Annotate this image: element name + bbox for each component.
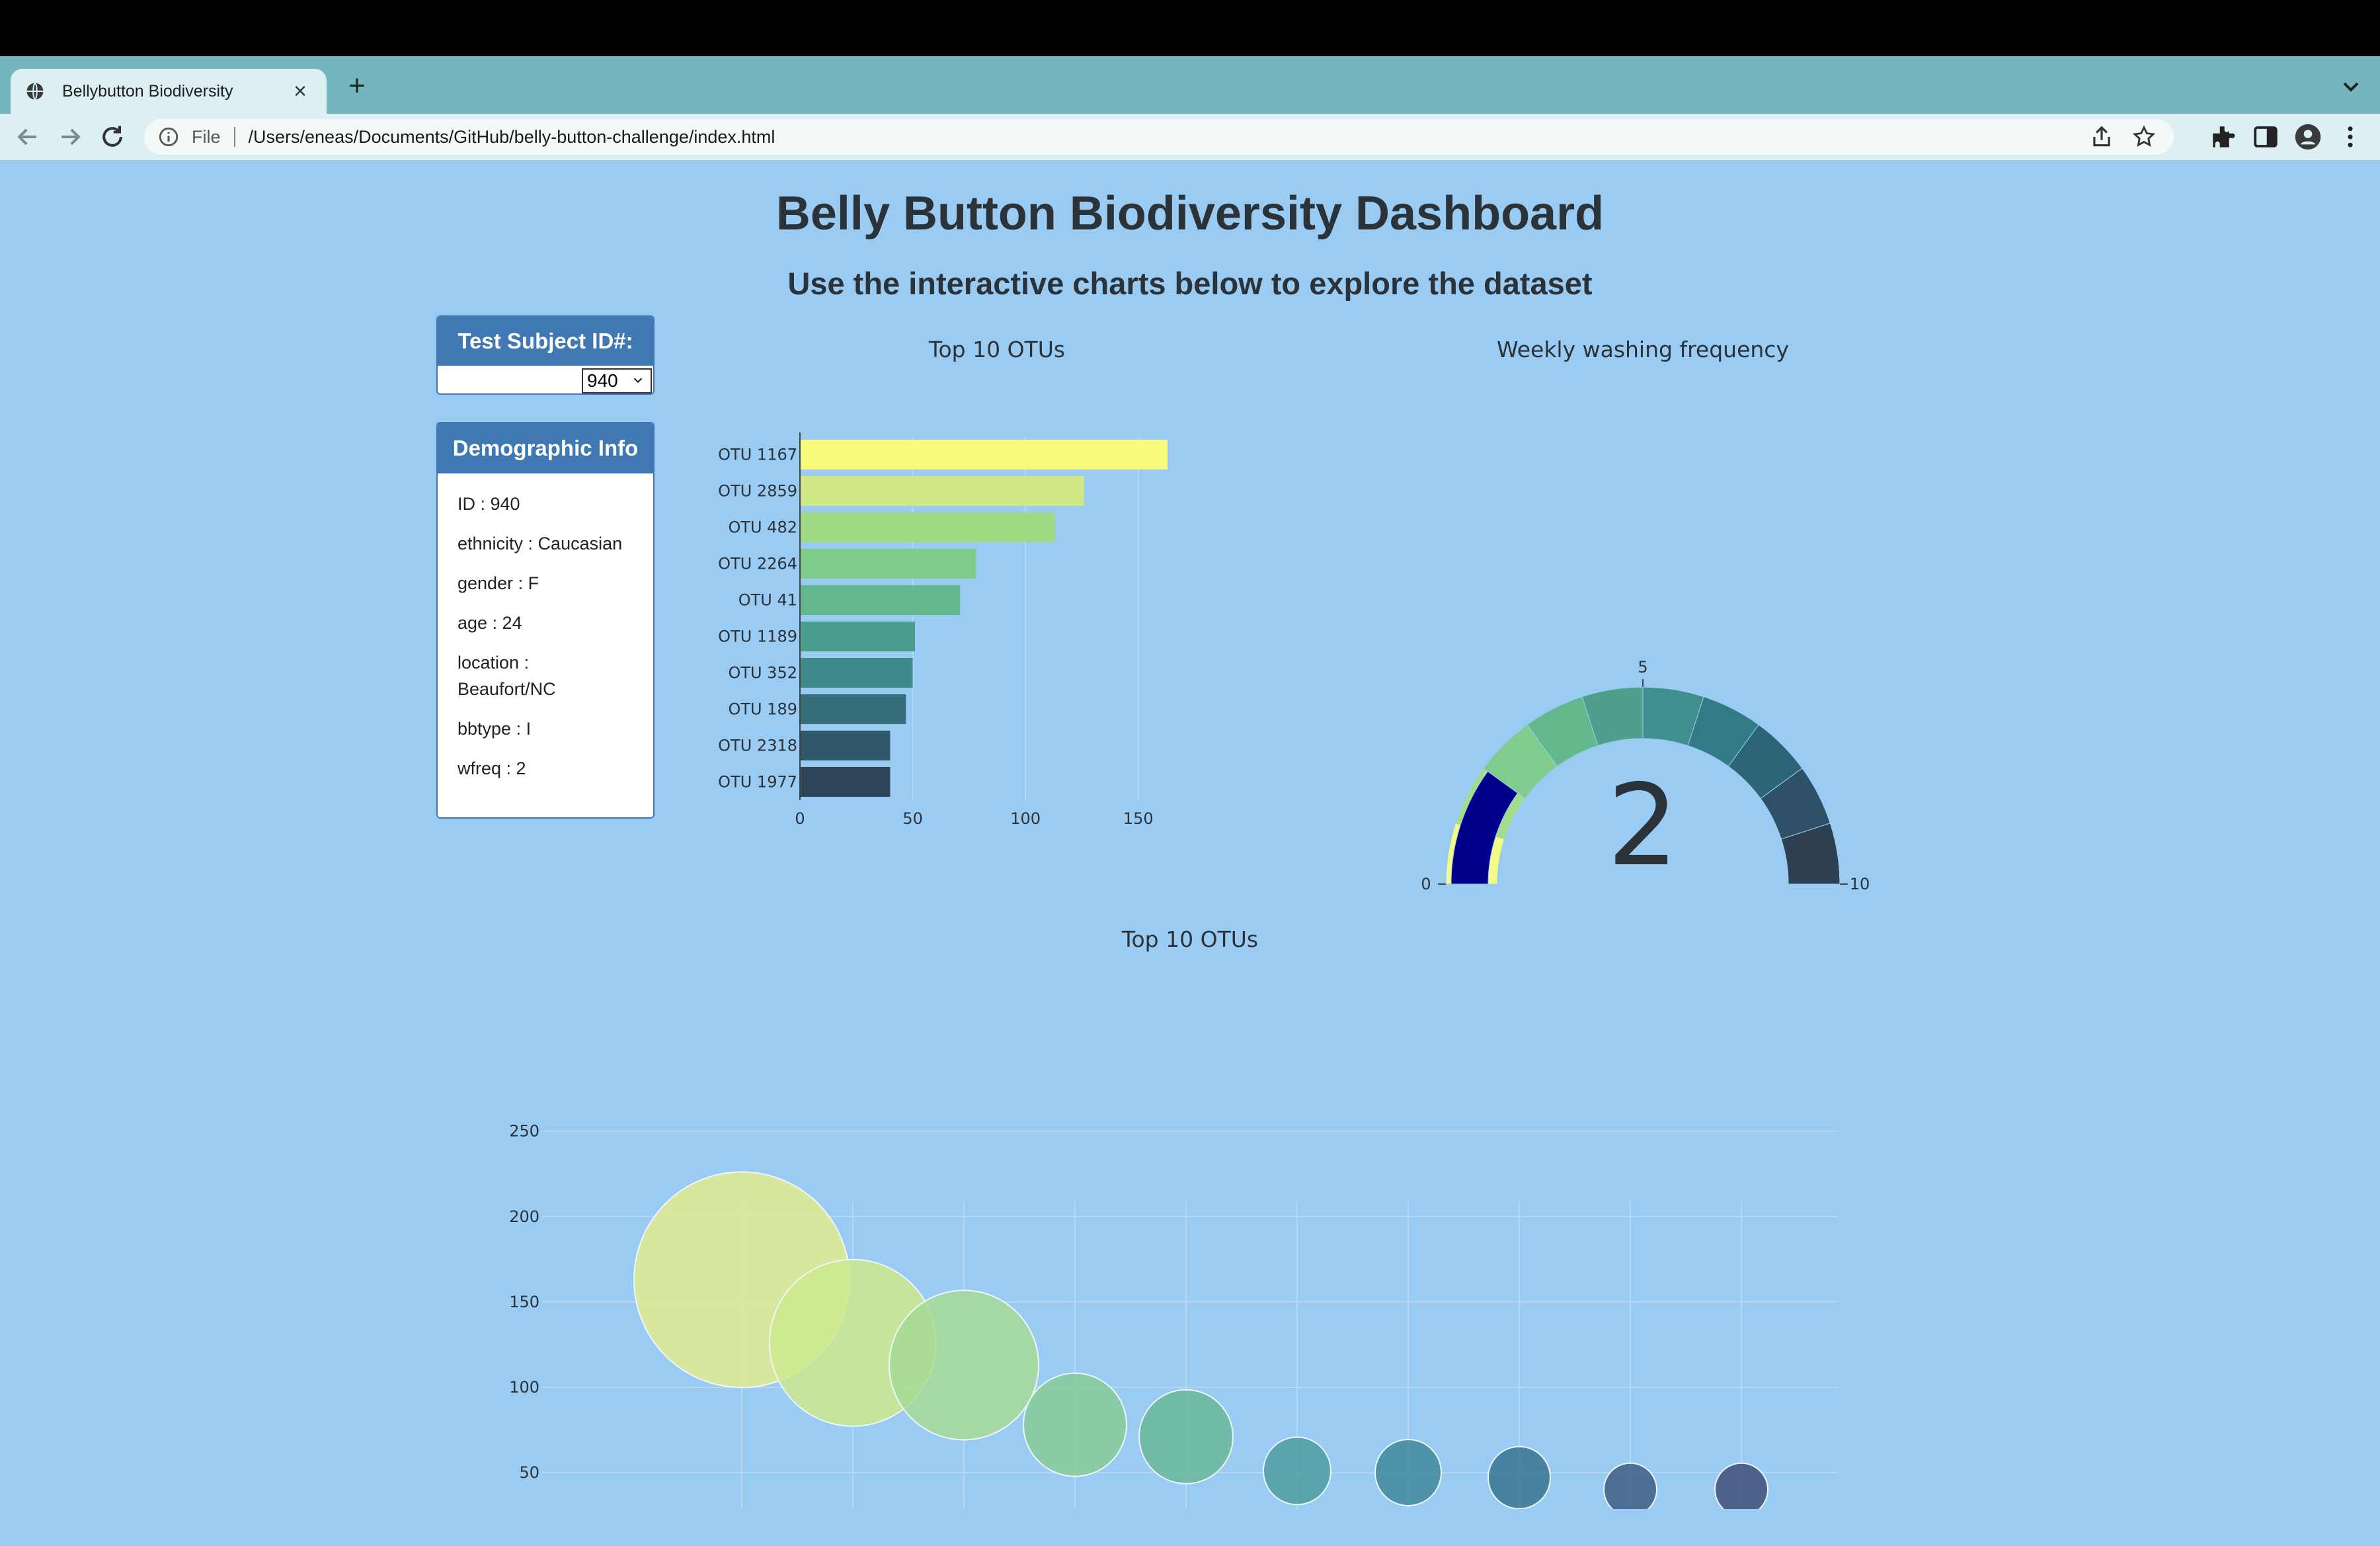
demographic-row: wfreq : 2 [457,758,526,778]
bar-x-tick-label: 150 [1123,809,1154,828]
demographic-heading: Demographic Info [438,423,653,473]
share-icon[interactable] [2089,124,2114,149]
bar-x-tick-label: 100 [1010,809,1041,828]
bar-y-tick-label: OTU 2264 [718,555,797,573]
bar [800,730,891,761]
bar-y-tick-label: OTU 2318 [718,737,797,755]
bar-y-tick-label: OTU 482 [728,518,797,537]
bar [800,657,913,688]
bar-y-tick-label: OTU 1167 [718,446,797,464]
bar-x-tick-label: 0 [795,809,805,828]
bar-y-tick-label: OTU 352 [728,664,797,682]
bubble [1488,1445,1551,1509]
gauge-tick-label: 5 [1638,658,1647,676]
test-subject-panel: Test Subject ID#: 940 [436,315,654,395]
bar [800,439,1168,470]
demographic-row: location : Beaufort/NC [457,653,556,699]
url-text[interactable]: /Users/eneas/Documents/GitHub/belly-butt… [249,127,2089,147]
demographic-row: bbtype : I [457,719,532,739]
washing-frequency-gauge: Weekly washing frequency 0 5 10 2 [1421,337,1870,893]
more-menu-icon[interactable] [2336,123,2364,151]
screen-top-bar [0,0,2380,56]
chevron-down-icon [633,378,643,384]
browser-tab[interactable]: Bellybutton Biodiversity × [11,69,327,114]
gauge-tick-label: 0 [1421,875,1431,893]
gauge-value: 2 [1607,760,1679,891]
bubble-y-tick-label: 250 [509,1122,539,1141]
address-bar[interactable]: File /Users/eneas/Documents/GitHub/belly… [144,119,2174,155]
reload-icon[interactable] [98,122,127,151]
bar-chart-title: Top 10 OTUs [928,337,1065,362]
side-panel-icon[interactable] [2252,123,2280,151]
address-divider [233,127,235,147]
gauge-tick-label: 10 [1850,875,1870,893]
browser-toolbar: File /Users/eneas/Documents/GitHub/belly… [0,114,2380,160]
page-title: Belly Button Biodiversity Dashboard [775,187,1605,240]
extensions-icon[interactable] [2209,123,2237,151]
bar [800,621,915,652]
info-icon[interactable] [157,126,180,148]
demographic-panel: Demographic Info ID : 940 ethnicity : Ca… [436,422,654,819]
bar [800,766,891,797]
forward-icon[interactable] [56,122,85,151]
page-subtitle: Use the interactive charts below to expl… [787,266,1593,301]
bubble [1138,1389,1234,1485]
back-icon[interactable] [13,122,42,151]
bubble [1374,1438,1442,1506]
profile-avatar-icon[interactable] [2294,123,2322,151]
demographic-row: gender : F [457,573,539,593]
bar-y-tick-label: OTU 41 [738,591,797,610]
tab-close-icon[interactable]: × [288,79,312,104]
bubble [1714,1462,1768,1509]
gauge-title: Weekly washing frequency [1497,337,1789,362]
bar-y-tick-label: OTU 2859 [718,482,797,501]
globe-icon [26,82,44,101]
bubble-chart-title: Top 10 OTUs [1121,927,1258,952]
bar-y-tick-label: OTU 189 [728,700,797,719]
bubble-y-tick-label: 100 [509,1378,539,1397]
dashboard-page: Belly Button Biodiversity Dashboard Use … [0,160,2380,1546]
subject-id-select[interactable]: 940 [582,368,652,393]
bar [800,548,976,579]
demographic-row: age : 24 [457,613,522,633]
bubble-y-tick-label: 50 [519,1463,539,1482]
bar-y-tick-label: OTU 1977 [718,773,797,792]
bubble [1023,1372,1127,1477]
demographic-row: ethnicity : Caucasian [457,534,623,553]
bubble-y-tick-label: 150 [509,1293,539,1311]
top-otus-bar-chart: Top 10 OTUs 0 50 100 150 OTU 1167 OTU 2859 OTU… [718,337,1168,828]
bubble [889,1289,1039,1441]
bar [800,512,1055,543]
bookmark-star-icon[interactable] [2131,124,2157,149]
bar [800,585,961,616]
bubble [1603,1462,1657,1509]
demographic-row: ID : 940 [457,494,520,514]
top-otus-bubble-chart: Top 10 OTUs 050100150200250OTU 1167OTU 2… [509,927,1838,1509]
bubble-y-tick-label: 200 [509,1207,539,1226]
test-subject-heading: Test Subject ID#: [438,317,653,366]
new-tab-button[interactable]: + [344,69,370,102]
subject-id-value: 940 [587,370,618,391]
bar-y-tick-label: OTU 1189 [718,628,797,646]
browser-tab-strip: Bellybutton Biodiversity × + [0,56,2380,114]
bubble [1263,1436,1331,1506]
bar [800,694,906,725]
file-label: File [192,126,221,147]
chevron-down-icon[interactable] [2338,73,2364,100]
bar [800,475,1084,507]
bar-x-tick-label: 50 [902,809,923,828]
tab-title: Bellybutton Biodiversity [62,81,233,101]
